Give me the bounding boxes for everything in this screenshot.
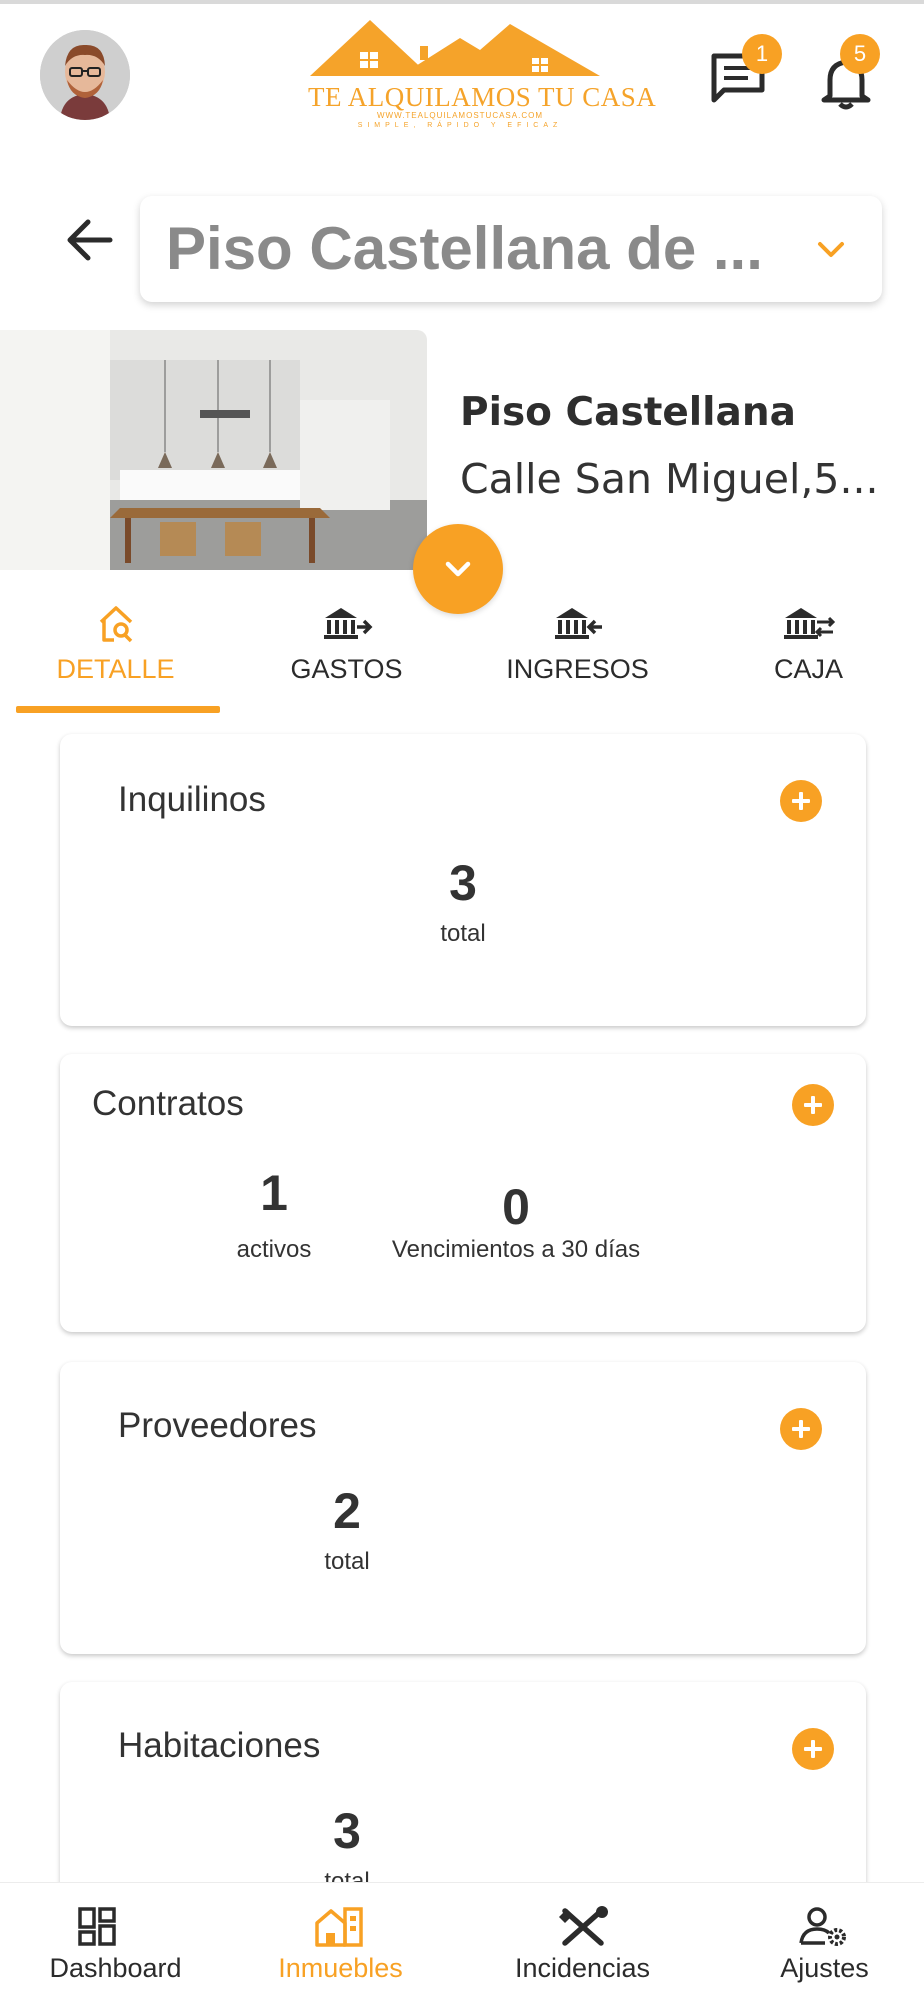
tab-detalle-label: DETALLE	[56, 654, 175, 684]
back-button[interactable]	[60, 210, 120, 270]
property-name: Piso Castellana	[460, 390, 796, 435]
contracts-card-title: Contratos	[92, 1084, 244, 1123]
house-search-icon	[99, 606, 133, 643]
tab-caja[interactable]: CAJA	[693, 590, 924, 720]
tab-caja-label: CAJA	[773, 654, 844, 684]
logo-title: TE ALQUILAMOS TU CASA	[308, 82, 657, 112]
providers-total-value: 2	[333, 1483, 361, 1539]
contracts-card[interactable]: Contratos 1 activos 0 Vencimientos a 30 …	[60, 1054, 866, 1332]
user-avatar[interactable]	[40, 30, 130, 120]
chevron-down-icon	[818, 242, 844, 257]
nav-ajustes-label: Ajustes	[780, 1953, 869, 1983]
property-selector-value: Piso Castellana de ...	[166, 215, 763, 282]
nav-dashboard[interactable]: Dashboard	[0, 1883, 231, 2000]
add-tenant-button[interactable]	[780, 780, 822, 822]
nav-ajustes[interactable]: Ajustes	[709, 1883, 924, 2000]
building-icon	[315, 1907, 363, 1947]
tab-ingresos-label: INGRESOS	[506, 654, 649, 684]
nav-incidencias[interactable]: Incidencias	[467, 1883, 698, 2000]
top-app-bar: TE ALQUILAMOS TU CASA WWW.TEALQUILAMOSTU…	[0, 0, 924, 140]
tenants-total-label: total	[440, 920, 486, 947]
expiring-contracts-value: 0	[502, 1179, 530, 1235]
providers-card[interactable]: Proveedores 2 total	[60, 1362, 866, 1654]
messages-badge: 1	[742, 34, 782, 74]
providers-total-label: total	[324, 1548, 370, 1575]
arrow-left-icon	[67, 219, 113, 261]
nav-incidencias-label: Incidencias	[514, 1953, 651, 1983]
bank-exchange-icon	[784, 608, 836, 639]
add-contract-button[interactable]	[792, 1084, 834, 1126]
property-address: Calle San Miguel,5...	[460, 455, 879, 503]
tab-detalle[interactable]: DETALLE	[0, 590, 231, 720]
active-tab-indicator	[16, 706, 220, 713]
property-selector[interactable]: Piso Castellana de ...	[140, 196, 882, 302]
add-room-button[interactable]	[792, 1728, 834, 1770]
tools-icon	[559, 1906, 608, 1946]
tenants-card[interactable]: Inquilinos 3 total	[60, 734, 866, 1026]
bottom-navigation: Dashboard Inmuebles Incidencias Ajustes	[0, 1882, 924, 2000]
rooms-total-value: 3	[333, 1803, 361, 1859]
brand-logo: TE ALQUILAMOS TU CASA WWW.TEALQUILAMOSTU…	[300, 16, 657, 134]
active-contracts-value: 1	[260, 1165, 288, 1221]
property-image	[0, 330, 427, 570]
logo-slogan: SIMPLE, RÁPIDO Y EFICAZ	[357, 122, 563, 129]
nav-inmuebles-label: Inmuebles	[278, 1953, 403, 1983]
active-contracts-label: activos	[236, 1236, 312, 1263]
tenants-card-title: Inquilinos	[118, 780, 266, 819]
dashboard-icon	[78, 1907, 116, 1946]
house-roof-logo-icon	[310, 20, 600, 76]
logo-url: WWW.TEALQUILAMOSTUCASA.COM	[376, 111, 543, 120]
notifications-badge: 5	[840, 34, 880, 74]
providers-card-title: Proveedores	[118, 1406, 317, 1445]
nav-dashboard-label: Dashboard	[49, 1953, 182, 1983]
chevron-down-icon	[445, 561, 471, 577]
rooms-card-title: Habitaciones	[118, 1726, 321, 1765]
expiring-contracts-label: Vencimientos a 30 días	[391, 1236, 641, 1263]
property-photo[interactable]	[0, 330, 427, 570]
add-provider-button[interactable]	[780, 1408, 822, 1450]
tab-gastos-label: GASTOS	[290, 654, 403, 684]
expand-property-button[interactable]	[413, 524, 503, 614]
user-settings-icon	[799, 1907, 846, 1946]
nav-inmuebles[interactable]: Inmuebles	[225, 1883, 456, 2000]
tenants-total-value: 3	[449, 855, 477, 911]
avatar-image	[40, 30, 130, 120]
